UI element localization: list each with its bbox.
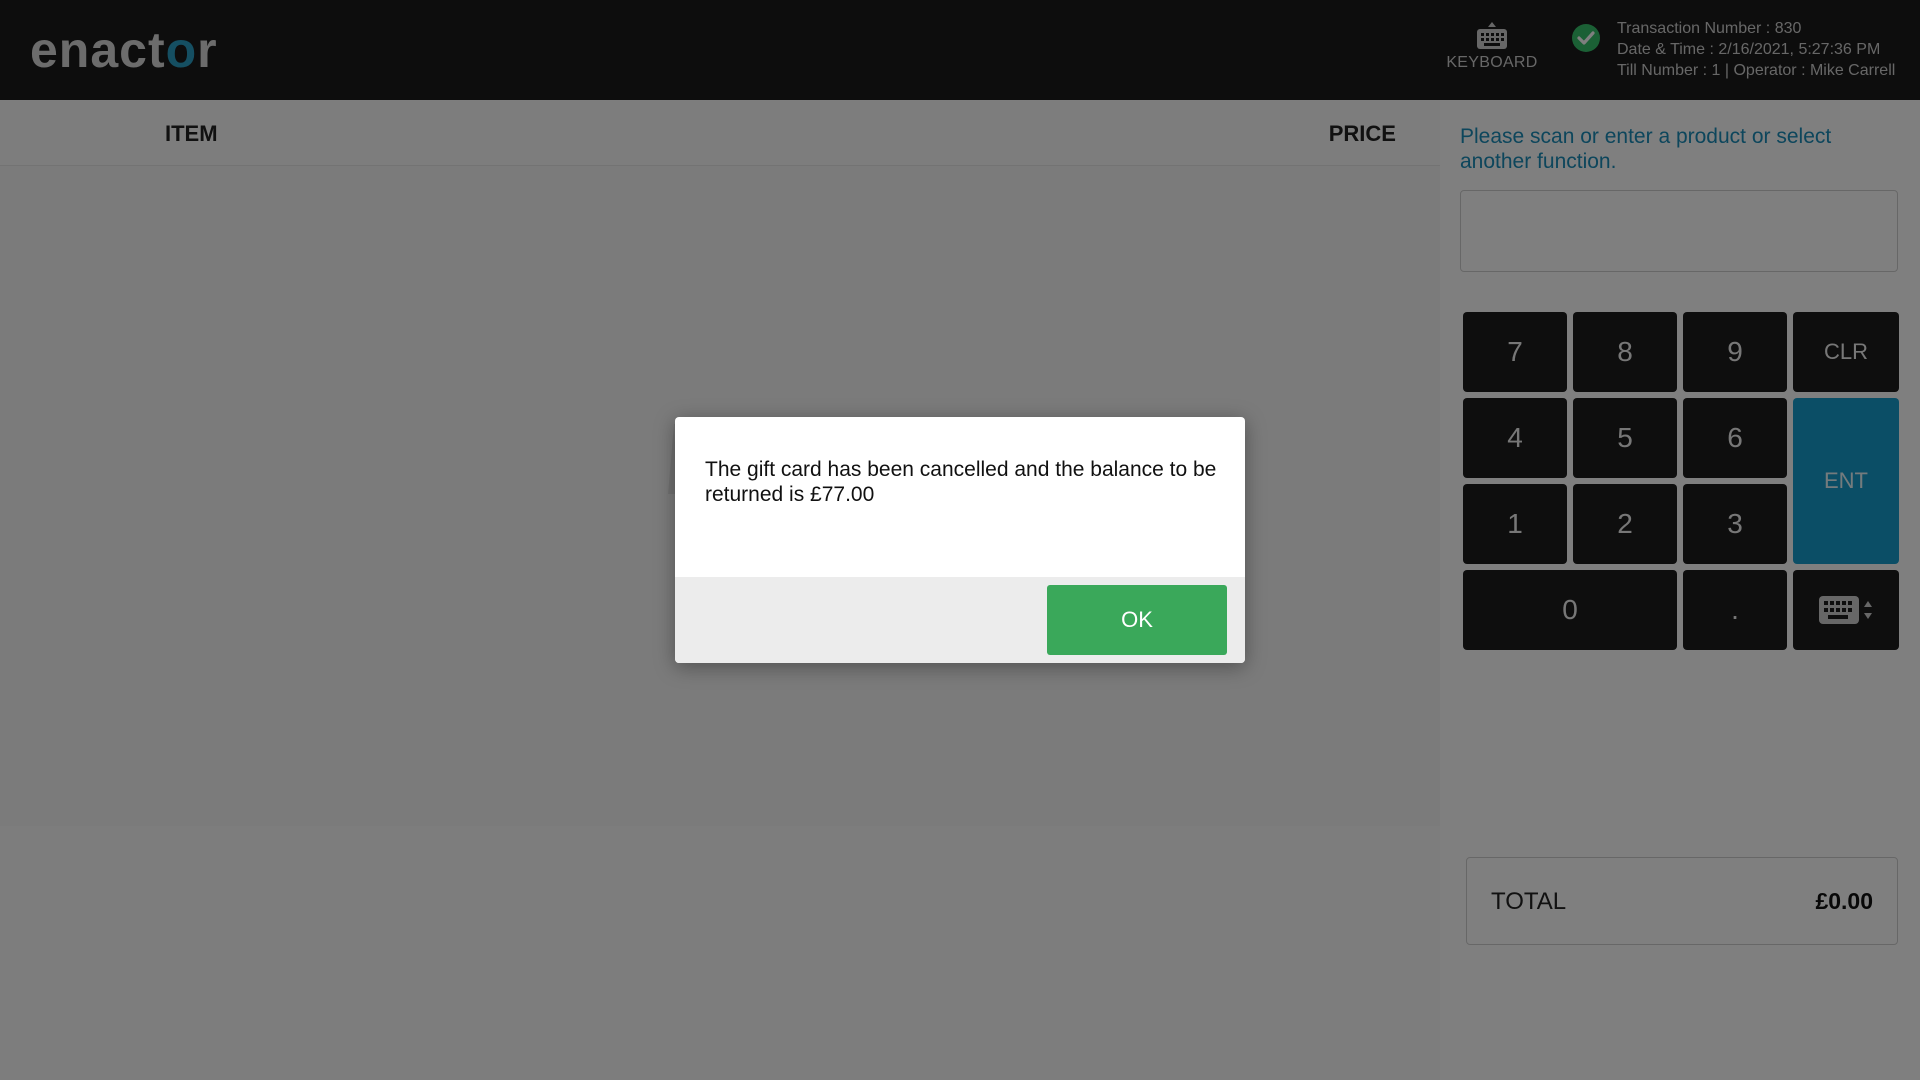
dialog-message: The gift card has been cancelled and the…: [705, 458, 1217, 506]
dialog-footer: OK: [675, 577, 1245, 663]
message-dialog: The gift card has been cancelled and the…: [675, 417, 1245, 663]
ok-button[interactable]: OK: [1047, 585, 1227, 655]
